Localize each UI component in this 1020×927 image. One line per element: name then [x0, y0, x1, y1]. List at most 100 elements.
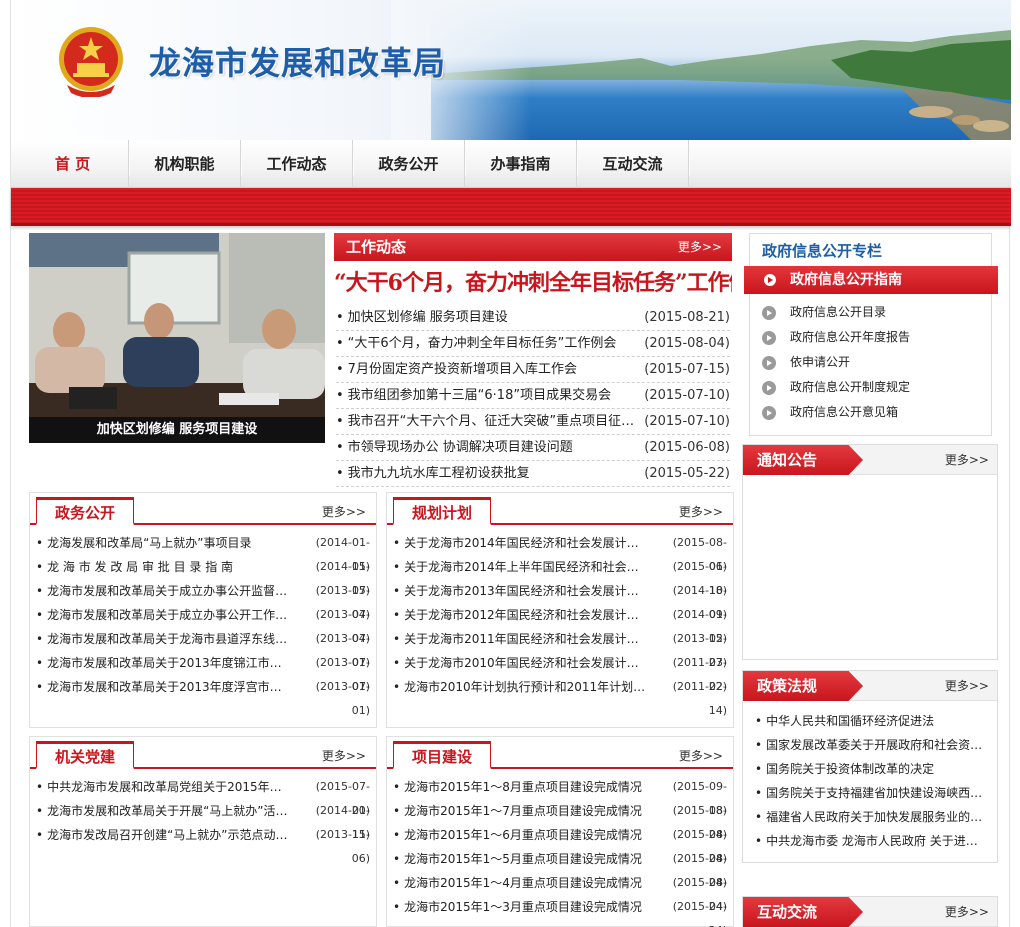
list-item-title[interactable]: 关于龙海市2014年上半年国民经济和社会发展计划	[404, 555, 655, 579]
project-construction-more-link[interactable]: 更多>>	[679, 747, 723, 764]
gov-info-item-label[interactable]: 政府信息公开年度报告	[790, 325, 910, 350]
list-item[interactable]: • 龙海市2015年1～8月重点项目建设完成情况 (2015-09-18)	[393, 775, 727, 817]
policy-item[interactable]: • 中华人民共和国循环经济促进法	[755, 709, 987, 733]
news-item[interactable]: • 7月份固定资产投资新增项目入库工作会 (2015-07-15)	[336, 357, 730, 383]
nav-item-open-affairs[interactable]: 政务公开	[353, 140, 466, 188]
policy-item-title[interactable]: 国务院关于支持福建省加快建设海峡西岸经济区的若干意见	[766, 786, 987, 800]
policy-item[interactable]: •国务院关于支持福建省加快建设海峡西岸经济区的若干意见	[755, 781, 987, 805]
list-item[interactable]: •关于龙海市2011年国民经济和社会发展计划执行情况 (2013-02-27)	[393, 627, 727, 669]
list-item[interactable]: • 龙海市发展和改革局关于龙海市县道浮东线公路工程 (2013-07-01)	[36, 627, 370, 669]
notice-more-link[interactable]: 更多>>	[945, 445, 989, 475]
list-item-title[interactable]: 关于龙海市2010年国民经济和社会发展计划执行情况	[404, 651, 655, 675]
policy-item-title[interactable]: 国家发展改革委关于开展政府和社会资本合作的指导意见	[766, 738, 987, 752]
list-item[interactable]: • 龙 海 市 发 改 局 审 批 目 录 指 南 (2014-01-15)	[36, 555, 370, 597]
list-item[interactable]: •关于龙海市2013年国民经济和社会发展计划执行情况 (2014-10-09)	[393, 579, 727, 621]
list-item-title[interactable]: 龙海市2010年计划执行预计和2011年计划安排情况	[404, 675, 655, 699]
list-item[interactable]: • 龙海市2015年1～4月重点项目建设完成情况 (2015-08-24)	[393, 871, 727, 913]
list-item-title[interactable]: 龙海市发展和改革局关于2013年度浮宫市场价格	[47, 675, 298, 699]
policy-item-title[interactable]: 中华人民共和国循环经济促进法	[766, 714, 934, 728]
list-item-title[interactable]: 关于龙海市2012年国民经济和社会发展计划执行情况	[404, 603, 655, 627]
list-item[interactable]: • 龙海市发展和改革局关于2013年度锦江市场价格 (2013-07-01)	[36, 651, 370, 693]
gov-info-item-label[interactable]: 依申请公开	[790, 350, 850, 375]
list-item[interactable]: • 龙海市2015年1～7月重点项目建设完成情况 (2015-08-24)	[393, 799, 727, 841]
policy-item[interactable]: •福建省人民政府关于加快发展服务业的若干意见	[755, 805, 987, 829]
news-item[interactable]: • 市领导现场办公 协调解决项目建设问题 (2015-06-08)	[336, 435, 730, 461]
gov-info-guide-link[interactable]: 政府信息公开指南	[744, 266, 998, 294]
gov-info-item[interactable]: 政府信息公开意见箱	[762, 400, 910, 425]
list-item-title[interactable]: 龙海市2015年1～7月重点项目建设完成情况	[404, 799, 655, 823]
list-item-title[interactable]: 关于龙海市2011年国民经济和社会发展计划执行情况	[404, 627, 655, 651]
list-item[interactable]: • 龙海市发展和改革局关于开展“马上就办”活动的方案 (2014-01-15)	[36, 799, 370, 841]
gov-info-item[interactable]: 政府信息公开制度规定	[762, 375, 910, 400]
headline-link[interactable]: “大干6个月，奋力冲刺全年目标任务”工作例会	[334, 261, 732, 305]
open-affairs-more-link[interactable]: 更多>>	[322, 503, 366, 520]
list-item[interactable]: •关于龙海市2010年国民经济和社会发展计划执行情况 (2011-03-22)	[393, 651, 727, 693]
news-item-title[interactable]: 市领导现场办公 协调解决项目建设问题	[348, 435, 644, 460]
news-item-title[interactable]: 我市九九坑水库工程初设获批复	[348, 461, 644, 486]
news-item[interactable]: • 我市九九坑水库工程初设获批复 (2015-05-22)	[336, 461, 730, 487]
nav-item-functions[interactable]: 机构职能	[129, 140, 242, 188]
list-item-title[interactable]: 龙海市发展和改革局关于成立办事公开监督小组的通知	[47, 579, 298, 603]
news-item[interactable]: • 我市召开“大干六个月、征迁大突破”重点项目征迁工作会 (2015-07-10)	[336, 409, 730, 435]
policy-title[interactable]: 政策法规	[743, 671, 863, 701]
list-item-title[interactable]: 关于龙海市2013年国民经济和社会发展计划执行情况	[404, 579, 655, 603]
policy-item-title[interactable]: 福建省人民政府关于加快发展服务业的若干意见	[766, 810, 987, 824]
interaction-title[interactable]: 互动交流	[743, 897, 863, 927]
policy-item[interactable]: •中共龙海市委 龙海市人民政府 关于进一步加快项目建设的意见	[755, 829, 987, 853]
open-affairs-title[interactable]: 政务公开	[36, 497, 135, 525]
list-item-title[interactable]: 龙海市2015年1～4月重点项目建设完成情况	[404, 871, 655, 895]
nav-item-home[interactable]: 首 页	[17, 140, 130, 188]
interaction-more-link[interactable]: 更多>>	[945, 897, 989, 927]
list-item[interactable]: •龙海市发展和改革局关于成立办事公开工作领导小组的通知 (2013-07-04)	[36, 603, 370, 645]
list-item[interactable]: •龙海市2015年1～3月重点项目建设完成情况 (2015-04-24)	[393, 895, 727, 927]
news-item[interactable]: • “大干6个月，奋力冲刺全年目标任务”工作例会 (2015-08-04)	[336, 331, 730, 357]
list-item-title[interactable]: 龙海市发展和改革局关于2013年度锦江市场价格	[47, 651, 298, 675]
news-item-title[interactable]: 我市组团参加第十三届“6·18”项目成果交易会	[348, 383, 644, 408]
gov-info-item-label[interactable]: 政府信息公开意见箱	[790, 400, 898, 425]
list-item-title[interactable]: 中共龙海市发展和改革局党组关于2015年干部作风建设	[47, 775, 298, 799]
nav-item-work-news[interactable]: 工作动态	[241, 140, 354, 188]
news-item[interactable]: • 我市组团参加第十三届“6·18”项目成果交易会 (2015-07-10)	[336, 383, 730, 409]
policy-more-link[interactable]: 更多>>	[945, 671, 989, 701]
list-item[interactable]: • 龙海市2015年1～6月重点项目建设完成情况 (2015-08-24)	[393, 823, 727, 865]
policy-item-title[interactable]: 国务院关于投资体制改革的决定	[766, 762, 934, 776]
list-item-title[interactable]: 龙海市发展和改革局关于龙海市县道浮东线公路工程	[47, 627, 298, 651]
news-photo[interactable]: 加快区划修编 服务项目建设	[29, 233, 325, 443]
list-item[interactable]: • 龙海市发展和改革局关于2013年度浮宫市场价格 (2013-07-01)	[36, 675, 370, 717]
gov-info-item[interactable]: 政府信息公开目录	[762, 300, 910, 325]
list-item[interactable]: • 龙海市2015年1～5月重点项目建设完成情况 (2015-08-24)	[393, 847, 727, 889]
news-item-title[interactable]: 加快区划修编 服务项目建设	[348, 305, 644, 330]
list-item-title[interactable]: 龙海市发展和改革局关于成立办事公开工作领导小组的通知	[47, 603, 298, 627]
news-item-title[interactable]: 7月份固定资产投资新增项目入库工作会	[348, 357, 644, 382]
list-item-title[interactable]: 龙海市发展和改革局关于开展“马上就办”活动的方案	[47, 799, 298, 823]
gov-info-item-label[interactable]: 政府信息公开目录	[790, 300, 886, 325]
notice-title[interactable]: 通知公告	[743, 445, 863, 475]
policy-item[interactable]: •国家发展改革委关于开展政府和社会资本合作的指导意见	[755, 733, 987, 757]
news-item-title[interactable]: “大干6个月，奋力冲刺全年目标任务”工作例会	[348, 331, 644, 356]
project-construction-title[interactable]: 项目建设	[393, 741, 492, 769]
gov-info-item[interactable]: 依申请公开	[762, 350, 910, 375]
list-item-title[interactable]: 龙海市2015年1～8月重点项目建设完成情况	[404, 775, 655, 799]
gov-info-item[interactable]: 政府信息公开年度报告	[762, 325, 910, 350]
news-item[interactable]: • 加快区划修编 服务项目建设 (2015-08-21)	[336, 305, 730, 331]
list-item[interactable]: • 龙海发展和改革局“马上就办”事项目录 (2014-01-15)	[36, 531, 370, 573]
list-item-title[interactable]: 关于龙海市2014年国民经济和社会发展计划执行情况	[404, 531, 655, 555]
list-item-title[interactable]: 龙海市2015年1～6月重点项目建设完成情况	[404, 823, 655, 847]
list-item-title[interactable]: 龙 海 市 发 改 局 审 批 目 录 指 南	[47, 555, 298, 579]
list-item[interactable]: •中共龙海市发展和改革局党组关于2015年干部作风建设 (2015-07-20)	[36, 775, 370, 817]
nav-item-interaction[interactable]: 互动交流	[577, 140, 690, 188]
photo-caption[interactable]: 加快区划修编 服务项目建设	[29, 417, 325, 443]
work-news-more-link[interactable]: 更多>>	[678, 233, 722, 261]
planning-title[interactable]: 规划计划	[393, 497, 492, 525]
list-item[interactable]: • 龙海市发改局召开创建“马上就办”示范点动员会 (2013-11-06)	[36, 823, 370, 865]
list-item-title[interactable]: 龙海发展和改革局“马上就办”事项目录	[47, 531, 298, 555]
party-building-title[interactable]: 机关党建	[36, 741, 135, 769]
list-item-title[interactable]: 龙海市2015年1～5月重点项目建设完成情况	[404, 847, 655, 871]
list-item-title[interactable]: 龙海市发改局召开创建“马上就办”示范点动员会	[47, 823, 298, 847]
list-item[interactable]: •关于龙海市2014年国民经济和社会发展计划执行情况 (2015-08-06)	[393, 531, 727, 573]
party-building-more-link[interactable]: 更多>>	[322, 747, 366, 764]
list-item[interactable]: • 龙海市2010年计划执行预计和2011年计划安排情况 (2011-02-14)	[393, 675, 727, 717]
list-item-title[interactable]: 龙海市2015年1～3月重点项目建设完成情况	[404, 895, 655, 919]
planning-more-link[interactable]: 更多>>	[679, 503, 723, 520]
gov-info-item-label[interactable]: 政府信息公开制度规定	[790, 375, 910, 400]
